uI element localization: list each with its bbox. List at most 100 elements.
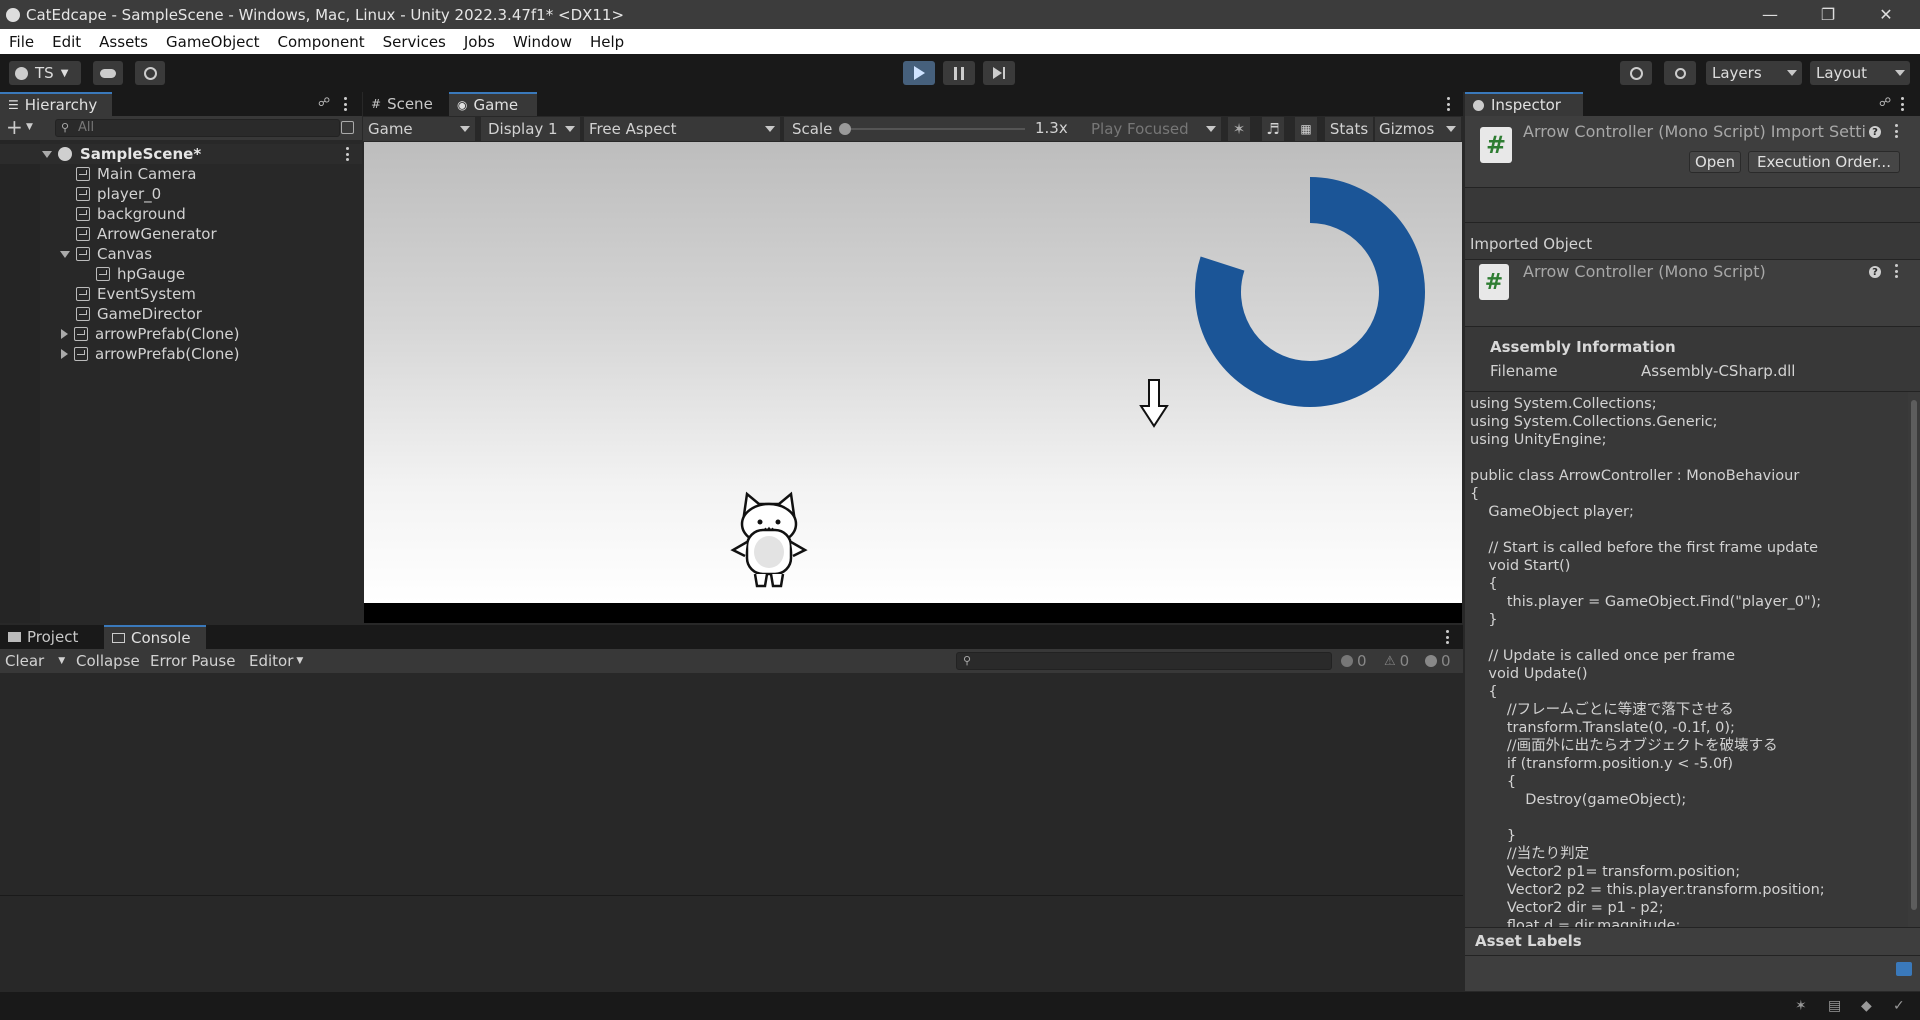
collapse-toggle[interactable]: Collapse — [72, 649, 144, 673]
list-item[interactable]: arrowPrefab(Clone) — [0, 344, 362, 364]
list-item[interactable]: hpGauge — [0, 264, 362, 284]
gizmos-dropdown[interactable]: Gizmos — [1375, 117, 1461, 141]
list-item[interactable]: background — [0, 204, 362, 224]
minimize-button[interactable]: — — [1742, 0, 1798, 29]
tag-icon[interactable] — [1896, 962, 1912, 976]
aspect-dropdown[interactable]: Free Aspect — [584, 117, 780, 141]
account-dropdown[interactable]: TS ▼ — [9, 61, 81, 85]
console-tabbar: Project Console — [0, 625, 1463, 649]
project-tab-label: Project — [27, 628, 79, 646]
layers-dropdown[interactable]: Layers — [1706, 61, 1802, 85]
hierarchy-menu-icon[interactable] — [343, 97, 347, 111]
item-label: arrowPrefab(Clone) — [95, 345, 240, 363]
scene-visibility-icon[interactable] — [341, 121, 354, 134]
list-item[interactable]: player_0 — [0, 184, 362, 204]
display-dropdown[interactable]: Display 1 — [481, 117, 580, 141]
tab-inspector[interactable]: Inspector — [1465, 92, 1583, 116]
log-count-toggle[interactable]: 0 — [1341, 649, 1377, 673]
error-count-toggle[interactable]: 0 — [1425, 649, 1461, 673]
menu-jobs[interactable]: Jobs — [455, 33, 504, 51]
list-item[interactable]: Canvas — [0, 244, 362, 264]
list-item[interactable]: Main Camera — [0, 164, 362, 184]
search-icon: ⚲ — [963, 654, 972, 667]
step-button[interactable] — [983, 61, 1015, 85]
chevron-right-icon[interactable] — [61, 329, 68, 339]
list-item[interactable]: EventSystem — [0, 284, 362, 304]
list-item[interactable]: arrowPrefab(Clone) — [0, 324, 362, 344]
warning-count-toggle[interactable]: ⚠ 0 — [1384, 649, 1420, 673]
hierarchy-search-input[interactable]: ⚲ All — [55, 119, 340, 137]
scale-control: Scale 1.3x — [784, 117, 1086, 141]
chevron-down-icon[interactable] — [42, 150, 52, 158]
main-toolbar: TS ▼ Layers Layout — [0, 54, 1920, 92]
list-item[interactable]: ArrowGenerator — [0, 224, 362, 244]
scene-row[interactable]: SampleScene* — [0, 144, 362, 164]
layers-stack-icon[interactable]: ▤ — [1828, 998, 1841, 1014]
close-button[interactable]: ✕ — [1858, 0, 1914, 29]
bug-icon[interactable]: ✶ — [1795, 998, 1807, 1014]
check-icon[interactable]: ✓ — [1893, 998, 1905, 1014]
menu-file[interactable]: File — [0, 33, 43, 51]
clear-button[interactable]: Clear ▼ — [0, 649, 68, 673]
game-mode-dropdown[interactable]: Game — [363, 117, 475, 141]
restore-button[interactable]: ❐ — [1800, 0, 1856, 29]
scale-slider-track[interactable] — [843, 128, 1025, 130]
menu-component[interactable]: Component — [269, 33, 374, 51]
menu-assets[interactable]: Assets — [90, 33, 157, 51]
code-scrollbar[interactable] — [1908, 392, 1920, 927]
console-search-input[interactable]: ⚲ — [956, 652, 1332, 670]
bug-icon[interactable]: ✶ — [1228, 117, 1250, 141]
lock-icon[interactable]: ☍ — [1879, 95, 1891, 109]
game-viewport[interactable] — [364, 142, 1462, 603]
inspector-menu-icon[interactable] — [1900, 97, 1904, 111]
gameobject-icon — [74, 327, 88, 341]
chevron-right-icon[interactable] — [61, 349, 68, 359]
cloud-button[interactable] — [93, 61, 123, 85]
menu-edit[interactable]: Edit — [43, 33, 90, 51]
audio-mute-icon[interactable]: ♬ — [1262, 117, 1284, 141]
hierarchy-tree: SampleScene* Main Camera player_0 backgr… — [0, 140, 362, 623]
lock-icon[interactable]: ☍ — [318, 95, 330, 109]
layout-dropdown[interactable]: Layout — [1810, 61, 1910, 85]
menu-window[interactable]: Window — [504, 33, 581, 51]
console-menu-icon[interactable] — [1445, 630, 1449, 644]
item-label: arrowPrefab(Clone) — [95, 325, 240, 343]
game-menu-icon[interactable] — [1446, 97, 1450, 111]
chevron-down-icon[interactable] — [60, 250, 70, 258]
menu-help[interactable]: Help — [581, 33, 633, 51]
play-button[interactable] — [903, 61, 935, 85]
tab-project[interactable]: Project — [0, 625, 104, 649]
play-focused-dropdown[interactable]: Play Focused — [1086, 117, 1221, 141]
chevron-down-icon[interactable]: ▼ — [58, 656, 65, 666]
code-scrollbar-thumb[interactable] — [1911, 400, 1917, 910]
history-button[interactable] — [1620, 61, 1652, 85]
scale-slider-thumb[interactable] — [839, 123, 851, 135]
tab-hierarchy[interactable]: ☰ Hierarchy — [0, 92, 112, 116]
execution-order-button[interactable]: Execution Order... — [1748, 151, 1900, 173]
menu-gameobject[interactable]: GameObject — [157, 33, 269, 51]
list-item[interactable]: GameDirector — [0, 304, 362, 324]
tab-scene[interactable]: # Scene — [363, 92, 449, 116]
tab-console[interactable]: Console — [104, 625, 206, 649]
pause-button[interactable] — [943, 61, 975, 85]
add-icon[interactable]: + — [6, 116, 23, 138]
help-icon[interactable]: ? — [1869, 266, 1881, 278]
tab-game[interactable]: ◉ Game — [449, 92, 537, 116]
header-menu-icon[interactable] — [1894, 124, 1898, 138]
keyboard-icon[interactable]: ▦ — [1295, 117, 1317, 141]
grid-icon: # — [371, 97, 382, 111]
collab-button[interactable] — [135, 61, 165, 85]
error-pause-toggle[interactable]: Error Pause — [146, 649, 239, 673]
editor-dropdown[interactable]: Editor ▼ — [245, 649, 307, 673]
scene-menu-icon[interactable] — [345, 147, 349, 161]
menu-services[interactable]: Services — [374, 33, 455, 51]
network-icon[interactable]: ◆ — [1861, 998, 1872, 1014]
inspector-tab-label: Inspector — [1491, 96, 1561, 114]
search-button[interactable] — [1664, 61, 1696, 85]
chevron-down-icon[interactable]: ▼ — [26, 122, 33, 132]
open-button[interactable]: Open — [1689, 151, 1741, 173]
stats-button[interactable]: Stats — [1325, 117, 1373, 141]
help-icon[interactable]: ? — [1869, 126, 1881, 138]
gameobject-icon — [76, 167, 90, 181]
script-menu-icon[interactable] — [1894, 264, 1898, 278]
